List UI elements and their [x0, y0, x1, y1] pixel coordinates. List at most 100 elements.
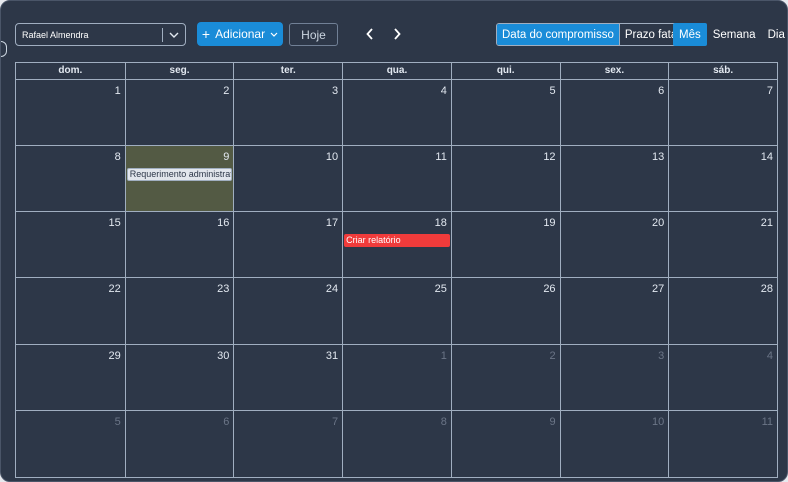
day-number[interactable]: 1: [115, 85, 121, 97]
day-cell[interactable]: 4: [668, 344, 777, 410]
day-cell[interactable]: 29: [16, 345, 125, 410]
day-number[interactable]: 26: [543, 283, 555, 295]
week-row: 1 2 3 4 5 6 7: [16, 80, 777, 147]
day-number[interactable]: 30: [217, 350, 229, 362]
day-cell[interactable]: 28: [668, 278, 777, 344]
day-cell[interactable]: 5: [450, 80, 560, 146]
day-number[interactable]: 16: [217, 217, 229, 229]
day-cell[interactable]: 14: [668, 146, 777, 212]
day-number[interactable]: 19: [543, 217, 555, 229]
day-number[interactable]: 11: [762, 416, 773, 428]
day-number[interactable]: 5: [115, 416, 121, 428]
view-day[interactable]: Dia: [762, 23, 787, 46]
day-cell[interactable]: 4: [342, 80, 451, 146]
day-cell[interactable]: 20: [559, 212, 669, 278]
day-cell[interactable]: 1: [342, 344, 451, 410]
day-cell[interactable]: 27: [559, 278, 669, 344]
day-cell[interactable]: 18 Criar relatório: [342, 212, 451, 278]
day-cell[interactable]: 12: [450, 146, 560, 212]
day-cell[interactable]: 7: [668, 80, 777, 146]
day-cell[interactable]: 2: [450, 344, 560, 410]
day-cell[interactable]: 10: [559, 410, 669, 477]
day-cell[interactable]: 6: [124, 410, 234, 477]
day-cell-today[interactable]: 9 Requerimento administrativo: [124, 146, 234, 212]
day-number[interactable]: 9: [223, 151, 229, 163]
day-number[interactable]: 10: [326, 151, 338, 163]
day-number[interactable]: 8: [115, 151, 121, 163]
day-number[interactable]: 25: [435, 283, 447, 295]
user-select-value: Rafael Almendra: [22, 29, 89, 40]
day-number[interactable]: 2: [223, 85, 229, 97]
day-number[interactable]: 3: [332, 85, 338, 97]
day-cell[interactable]: 2: [124, 80, 234, 146]
day-number[interactable]: 13: [652, 151, 664, 163]
day-cell[interactable]: 22: [16, 278, 125, 343]
day-number[interactable]: 20: [652, 217, 664, 229]
day-number[interactable]: 31: [326, 350, 338, 362]
day-number[interactable]: 27: [652, 283, 664, 295]
day-number[interactable]: 8: [441, 416, 447, 428]
user-select[interactable]: Rafael Almendra: [15, 23, 186, 46]
day-number[interactable]: 6: [223, 416, 229, 428]
today-button[interactable]: Hoje: [289, 23, 338, 46]
filter-appointment-date[interactable]: Data do compromisso: [497, 24, 619, 45]
day-cell[interactable]: 25: [342, 278, 451, 344]
day-number[interactable]: 4: [441, 85, 447, 97]
panel-handle[interactable]: [1, 41, 7, 57]
view-month[interactable]: Mês: [673, 23, 707, 46]
day-number[interactable]: 11: [435, 151, 446, 163]
day-cell[interactable]: 5: [16, 411, 125, 477]
day-cell[interactable]: 17: [233, 212, 342, 278]
day-number[interactable]: 6: [658, 85, 664, 97]
day-number[interactable]: 1: [441, 350, 447, 362]
chevron-down-icon[interactable]: [163, 29, 185, 41]
chevron-right-icon[interactable]: [388, 25, 406, 43]
day-number[interactable]: 29: [108, 350, 120, 362]
day-cell[interactable]: 15: [16, 212, 125, 277]
day-number[interactable]: 23: [217, 283, 229, 295]
calendar-event[interactable]: Requerimento administrativo: [126, 168, 233, 182]
day-cell[interactable]: 24: [233, 278, 342, 344]
day-cell[interactable]: 7: [233, 410, 342, 477]
day-cell[interactable]: 3: [559, 344, 669, 410]
day-number[interactable]: 12: [543, 151, 555, 163]
day-number[interactable]: 17: [326, 217, 338, 229]
day-number[interactable]: 10: [652, 416, 664, 428]
day-number[interactable]: 24: [326, 283, 338, 295]
day-cell[interactable]: 11: [668, 410, 777, 477]
day-cell[interactable]: 8: [342, 410, 451, 477]
day-number[interactable]: 28: [761, 283, 773, 295]
day-number[interactable]: 5: [549, 85, 555, 97]
day-cell[interactable]: 6: [559, 80, 669, 146]
day-cell[interactable]: 21: [668, 212, 777, 278]
day-number[interactable]: 9: [549, 416, 555, 428]
day-cell[interactable]: 3: [233, 80, 342, 146]
day-cell[interactable]: 8: [16, 146, 125, 211]
day-number[interactable]: 7: [767, 85, 773, 97]
day-cell[interactable]: 11: [342, 146, 451, 212]
day-cell[interactable]: 16: [124, 212, 234, 278]
week-row: 22 23 24 25 26 27 28: [16, 278, 777, 345]
day-cell[interactable]: 30: [124, 344, 234, 410]
day-cell[interactable]: 19: [450, 212, 560, 278]
day-number[interactable]: 2: [549, 350, 555, 362]
day-number[interactable]: 4: [767, 350, 773, 362]
view-week[interactable]: Semana: [707, 23, 762, 46]
day-cell[interactable]: 26: [450, 278, 560, 344]
day-cell[interactable]: 9: [450, 410, 560, 477]
add-button[interactable]: + Adicionar: [197, 22, 283, 46]
day-cell[interactable]: 13: [559, 146, 669, 212]
day-number[interactable]: 7: [332, 416, 338, 428]
day-cell[interactable]: 31: [233, 344, 342, 410]
day-number[interactable]: 3: [658, 350, 664, 362]
day-number[interactable]: 22: [108, 283, 120, 295]
day-number[interactable]: 14: [761, 151, 773, 163]
day-number[interactable]: 18: [435, 217, 447, 229]
day-cell[interactable]: 10: [233, 146, 342, 212]
day-number[interactable]: 15: [108, 217, 120, 229]
calendar-event[interactable]: Criar relatório: [344, 234, 450, 248]
chevron-left-icon[interactable]: [361, 25, 379, 43]
day-cell[interactable]: 1: [16, 80, 125, 145]
day-cell[interactable]: 23: [124, 278, 234, 344]
day-number[interactable]: 21: [761, 217, 773, 229]
